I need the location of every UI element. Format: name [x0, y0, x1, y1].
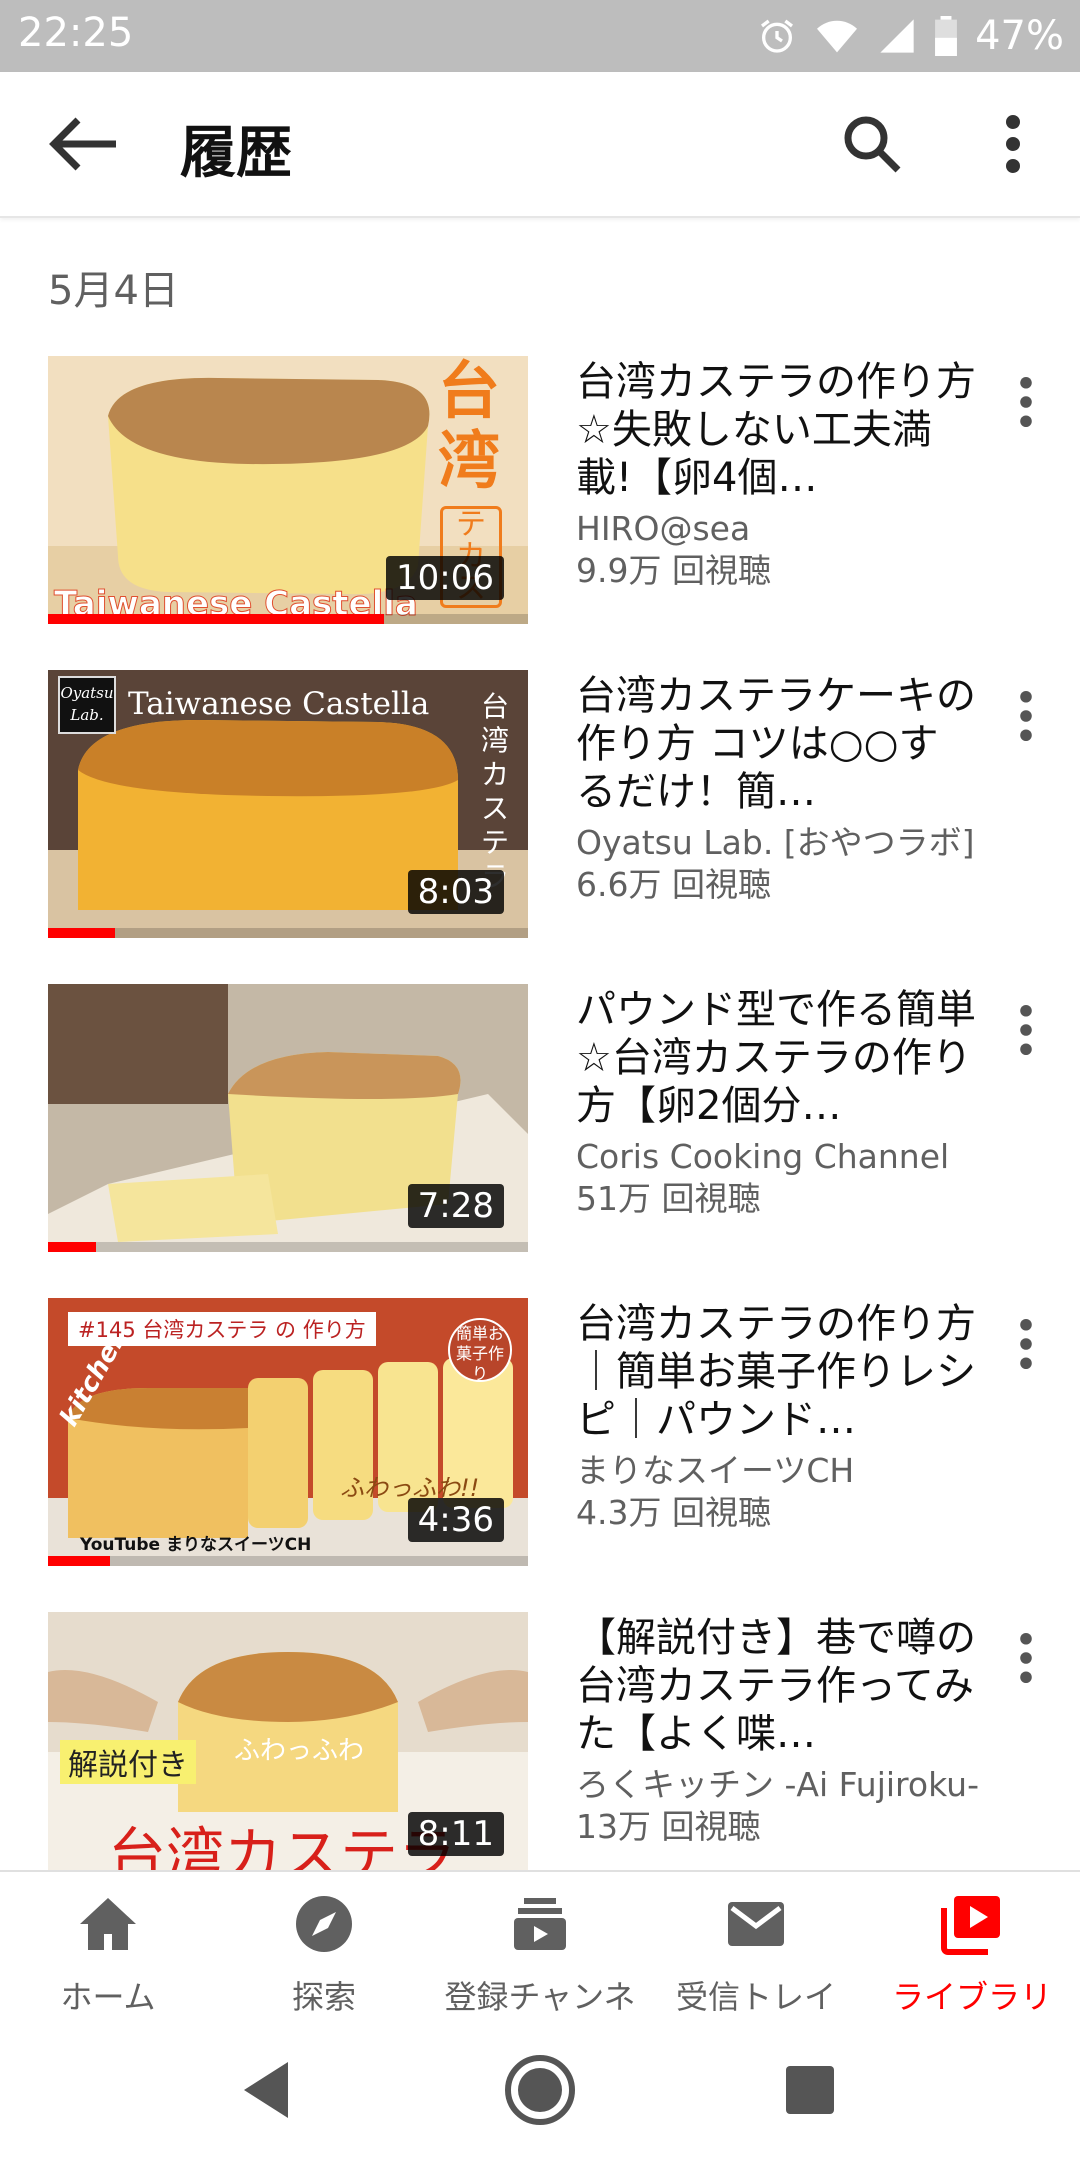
- watch-progress-bar: [48, 614, 384, 624]
- channel-name: ろくキッチン -Ai Fujiroku-: [576, 1765, 980, 1804]
- system-back-icon[interactable]: [228, 2050, 308, 2130]
- video-item[interactable]: 7:28 パウンド型で作る簡単☆台湾カステラの作り方【卵2個分… Coris C…: [0, 984, 1080, 1252]
- status-bar: 22:25 47%: [0, 0, 1080, 72]
- watch-progress-bar: [48, 1556, 111, 1566]
- watch-progress-bar: [48, 928, 116, 938]
- video-item[interactable]: 台湾 テカス Taiwanese Castella 10:06 台湾カステラの作…: [0, 356, 1080, 624]
- item-more-icon[interactable]: [1006, 688, 1046, 744]
- thumbnail-badge: 簡単お菓子作り: [448, 1318, 512, 1382]
- watch-progress-track: [48, 1556, 528, 1566]
- nav-label: 探索: [291, 1978, 356, 2016]
- view-count: 6.6万 回視聴: [576, 865, 771, 904]
- status-time: 22:25: [18, 10, 134, 56]
- nav-subscriptions[interactable]: 登録チャンネル: [432, 1872, 648, 2062]
- battery-percent: 47%: [975, 13, 1064, 59]
- watch-progress-track: [48, 928, 528, 938]
- channel-name: Oyatsu Lab. [おやつラボ]: [576, 823, 975, 862]
- signal-icon: [880, 19, 914, 53]
- nav-label: 受信トレイ: [675, 1978, 836, 2016]
- item-more-icon[interactable]: [1006, 1316, 1046, 1372]
- app-bar: 履歴: [0, 72, 1080, 218]
- item-more-icon[interactable]: [1006, 1002, 1046, 1058]
- video-title[interactable]: パウンド型で作る簡単☆台湾カステラの作り方【卵2個分…: [576, 986, 976, 1130]
- watch-progress-track: [48, 1242, 528, 1252]
- status-icons: 47%: [757, 10, 1064, 62]
- nav-library[interactable]: ライブラリ: [864, 1872, 1080, 2016]
- system-home-icon[interactable]: [500, 2050, 580, 2130]
- thumbnail-tag: 解説付き: [60, 1740, 196, 1784]
- nav-explore[interactable]: 探索: [216, 1872, 432, 2016]
- nav-home[interactable]: ホーム: [0, 1872, 216, 2016]
- video-thumbnail[interactable]: kitchen #145 台湾カステラ の 作り方 簡単お菓子作り ふわっふわ!…: [48, 1298, 528, 1566]
- search-icon[interactable]: [840, 112, 904, 176]
- view-count: 13万 回視聴: [576, 1807, 761, 1846]
- item-more-icon[interactable]: [1006, 1630, 1046, 1686]
- thumbnail-youtube-label: YouTube まりなスイーツCH: [80, 1535, 312, 1555]
- duration-badge: 4:36: [407, 1498, 504, 1542]
- nav-label: ホーム: [60, 1978, 156, 2016]
- system-navigation-bar: [0, 2014, 1080, 2160]
- view-count: 51万 回視聴: [576, 1179, 761, 1218]
- subscriptions-icon: [514, 1898, 566, 1950]
- view-count: 9.9万 回視聴: [576, 551, 771, 590]
- item-more-icon[interactable]: [1006, 374, 1046, 430]
- video-title[interactable]: 台湾カステラケーキの作り方 コツは○○するだけ！簡…: [576, 672, 976, 816]
- back-arrow-icon[interactable]: [48, 114, 120, 174]
- channel-name: HIRO@sea: [576, 509, 751, 548]
- video-item[interactable]: Oyatsu Lab. Taiwanese Castella 台湾カステラ 8:…: [0, 670, 1080, 938]
- video-thumbnail[interactable]: Oyatsu Lab. Taiwanese Castella 台湾カステラ 8:…: [48, 670, 528, 938]
- inbox-icon: [728, 1902, 784, 1946]
- alarm-icon: [761, 19, 794, 53]
- watch-progress-bar: [48, 1242, 96, 1252]
- nav-inbox[interactable]: 受信トレイ: [648, 1872, 864, 2016]
- duration-badge: 8:03: [407, 870, 504, 914]
- bottom-navigation: ホーム 探索 登録チャンネル 受信トレイ ライブラリ: [0, 1870, 1080, 2062]
- thumbnail-title: Taiwanese Castella: [128, 686, 430, 722]
- more-options-icon[interactable]: [990, 112, 1036, 176]
- wifi-icon: [817, 20, 858, 53]
- video-title[interactable]: 台湾カステラの作り方☆失敗しない工夫満載!【卵4個…: [576, 358, 976, 502]
- video-thumbnail[interactable]: ふわっふわ 解説付き 台湾カステラ 8:11: [48, 1612, 528, 1880]
- battery-icon: [935, 16, 958, 56]
- video-title[interactable]: 台湾カステラの作り方｜簡単お菓子作りレシピ｜パウンド…: [576, 1300, 976, 1444]
- page-title: 履歴: [180, 121, 292, 186]
- video-title[interactable]: 【解説付き】巷で噂の台湾カステラ作ってみた【よく喋…: [576, 1614, 976, 1758]
- explore-icon: [296, 1896, 352, 1952]
- home-icon: [80, 1898, 136, 1950]
- duration-badge: 10:06: [386, 556, 504, 600]
- library-icon: [941, 1896, 1000, 1955]
- channel-name: Coris Cooking Channel: [576, 1137, 950, 1176]
- video-thumbnail[interactable]: 台湾 テカス Taiwanese Castella 10:06: [48, 356, 528, 624]
- channel-name: まりなスイーツCH: [576, 1451, 855, 1490]
- nav-label: ライブラリ: [891, 1978, 1052, 2016]
- video-item[interactable]: ふわっふわ 解説付き 台湾カステラ 8:11 【解説付き】巷で噂の台湾カステラ作…: [0, 1612, 1080, 1880]
- thumbnail-vertical-text: 台湾カステラ: [480, 690, 509, 893]
- channel-logo-badge: Oyatsu Lab.: [58, 676, 116, 734]
- video-item[interactable]: kitchen #145 台湾カステラ の 作り方 簡単お菓子作り ふわっふわ!…: [0, 1298, 1080, 1566]
- video-thumbnail[interactable]: 7:28: [48, 984, 528, 1252]
- system-recents-icon[interactable]: [770, 2050, 850, 2130]
- view-count: 4.3万 回視聴: [576, 1493, 771, 1532]
- thumbnail-header: #145 台湾カステラ の 作り方: [68, 1312, 376, 1346]
- section-date-header: 5月4日: [48, 268, 179, 314]
- thumbnail-kanji: 台湾: [438, 356, 501, 497]
- duration-badge: 8:11: [407, 1812, 504, 1856]
- thumbnail-fuwa-text: ふわっふわ: [234, 1736, 365, 1766]
- duration-badge: 7:28: [407, 1184, 504, 1228]
